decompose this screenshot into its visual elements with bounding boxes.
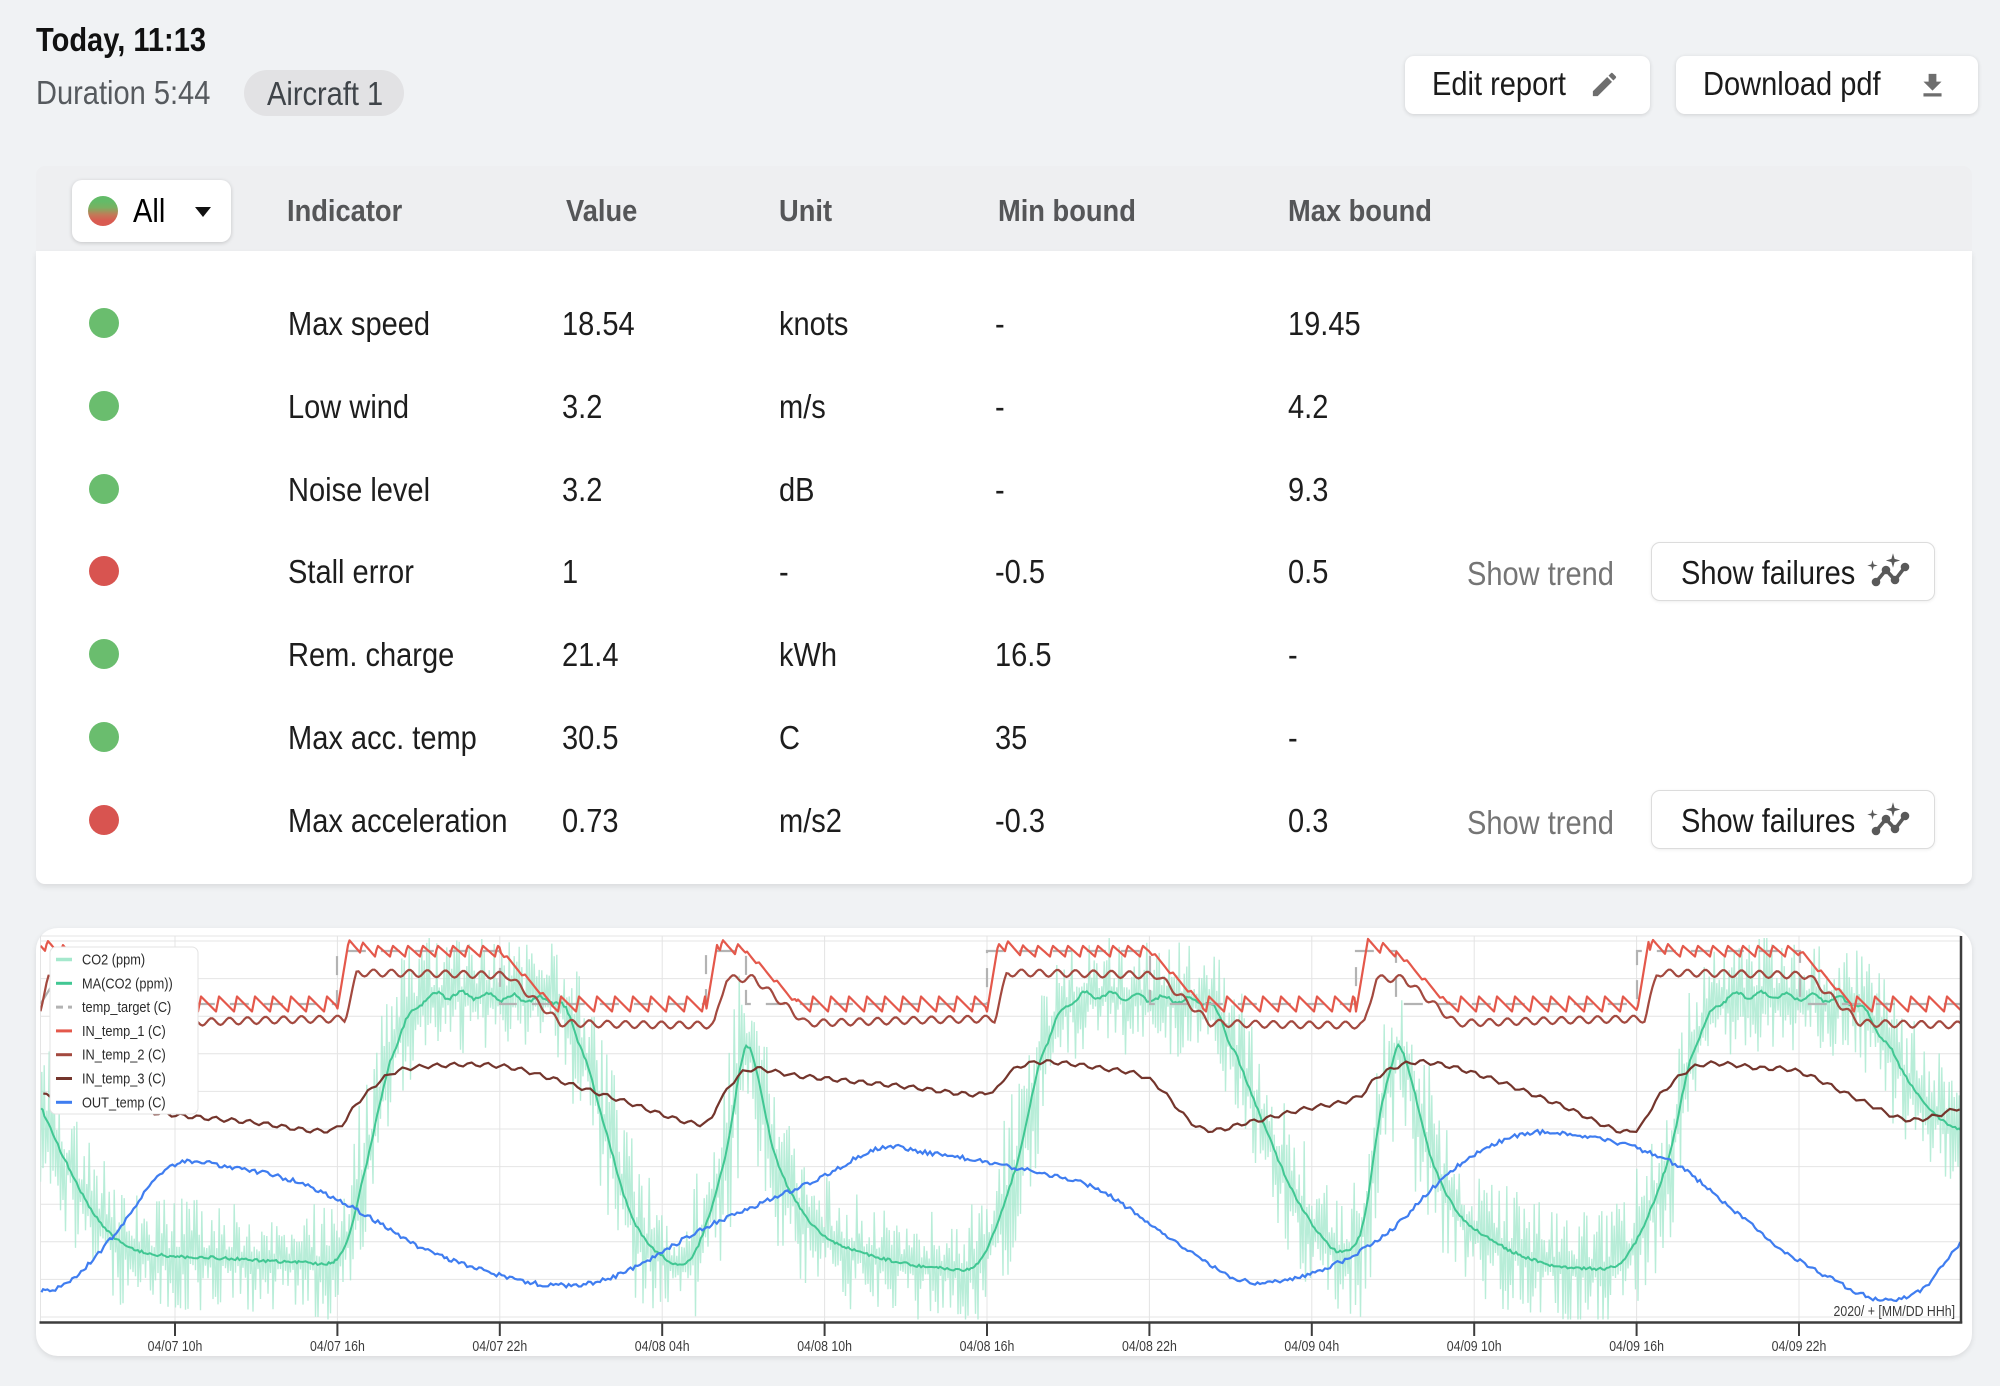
svg-text:04/08 04h: 04/08 04h bbox=[635, 1339, 690, 1355]
svg-text:04/09 16h: 04/09 16h bbox=[1609, 1339, 1664, 1355]
svg-text:04/07 10h: 04/07 10h bbox=[148, 1339, 203, 1355]
svg-text:04/07 22h: 04/07 22h bbox=[472, 1339, 527, 1355]
svg-text:temp_target (C): temp_target (C) bbox=[82, 1000, 171, 1016]
svg-text:04/08 16h: 04/08 16h bbox=[960, 1339, 1015, 1355]
svg-text:IN_temp_1 (C): IN_temp_1 (C) bbox=[82, 1024, 166, 1040]
svg-text:04/08 10h: 04/08 10h bbox=[797, 1339, 852, 1355]
svg-text:OUT_temp (C): OUT_temp (C) bbox=[82, 1095, 166, 1111]
svg-text:MA(CO2 (ppm)): MA(CO2 (ppm)) bbox=[82, 976, 173, 992]
svg-text:IN_temp_3 (C): IN_temp_3 (C) bbox=[82, 1072, 166, 1088]
svg-text:IN_temp_2 (C): IN_temp_2 (C) bbox=[82, 1048, 166, 1064]
svg-text:2020/ + [MM/DD HHh]: 2020/ + [MM/DD HHh] bbox=[1834, 1304, 1956, 1320]
svg-text:04/07 16h: 04/07 16h bbox=[310, 1339, 365, 1355]
svg-text:04/09 04h: 04/09 04h bbox=[1284, 1339, 1339, 1355]
svg-text:04/09 10h: 04/09 10h bbox=[1447, 1339, 1502, 1355]
svg-text:04/08 22h: 04/08 22h bbox=[1122, 1339, 1177, 1355]
svg-text:CO2 (ppm): CO2 (ppm) bbox=[82, 953, 145, 969]
svg-text:04/09 22h: 04/09 22h bbox=[1772, 1339, 1827, 1355]
